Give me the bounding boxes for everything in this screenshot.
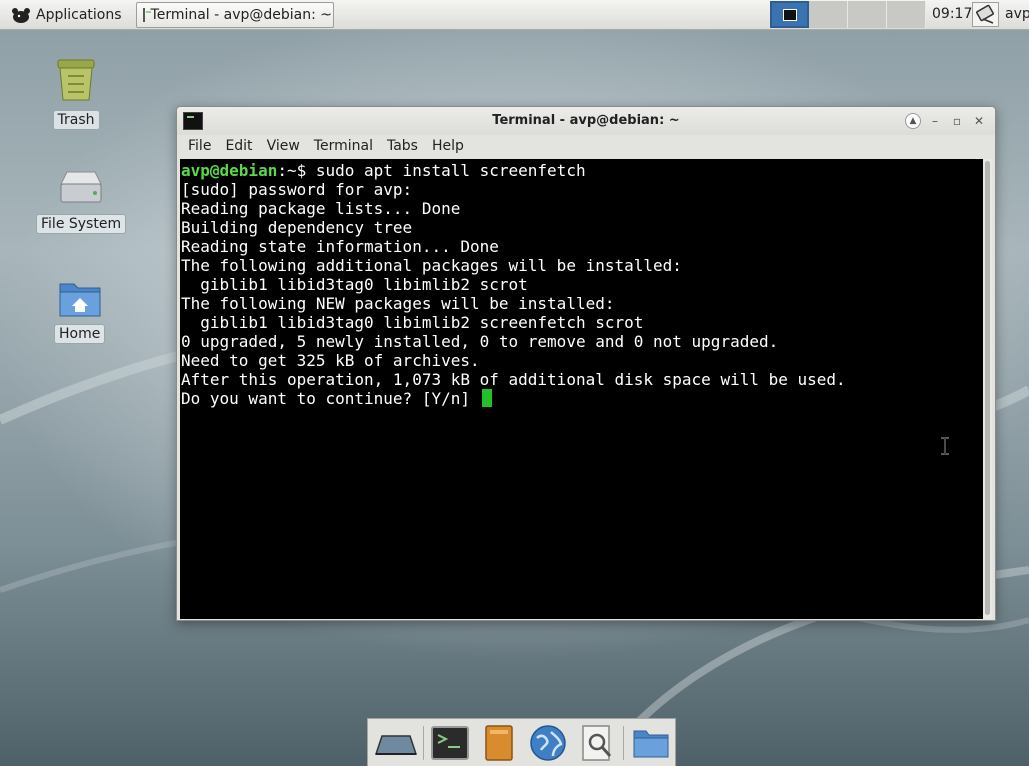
minimize-icon[interactable]: – [927,113,943,129]
terminal-line: [sudo] password for avp: [181,180,413,199]
file-manager-launcher[interactable] [475,721,524,765]
web-browser-launcher[interactable] [524,721,573,765]
network-manager-button[interactable] [972,2,999,27]
scrollbar-thumb[interactable] [985,161,990,615]
terminal-output[interactable]: avp@debian:~$ sudo apt install screenfet… [180,159,984,619]
taskbar-terminal-button[interactable]: Terminal - avp@debian: ~ [135,1,334,28]
desktop-icon-trash[interactable]: Trash [50,54,102,130]
dock-separator [623,725,625,760]
maximize-icon[interactable]: ▫ [949,113,965,129]
text-cursor [481,389,492,407]
terminal-icon [142,7,151,22]
workspace-2[interactable] [809,1,848,28]
roll-up-icon[interactable]: ▲ [905,113,921,129]
clock[interactable]: 09:17 [932,6,972,22]
terminal-line: The following additional packages will b… [181,256,682,275]
dock-separator [422,725,424,760]
window-controls: ▲ – ▫ ✕ [905,113,987,129]
top-panel: Applications Terminal - avp@debian: ~ 09… [0,0,1029,30]
terminal-line: Building dependency tree [181,218,413,237]
folder-launcher[interactable] [626,721,675,765]
workspace-3[interactable] [848,1,887,28]
terminal-launcher[interactable] [426,721,475,765]
terminal-icon [431,725,470,760]
terminal-line: giblib1 libid3tag0 libimlib2 scrot [181,275,528,294]
home-folder-icon [59,283,101,317]
terminal-line: avp@debian:~$ sudo apt install screenfet… [181,161,983,180]
terminal-scrollbar[interactable] [983,159,992,619]
terminal-line: Reading package lists... Done [181,199,461,218]
desktop-icon-file-system[interactable]: File System [36,166,127,234]
menubar: File Edit View Terminal Tabs Help [177,135,995,157]
app-finder-launcher[interactable] [572,721,621,765]
trash-icon [57,59,95,101]
show-desktop-button[interactable] [372,721,421,765]
menu-terminal[interactable]: Terminal [307,135,380,157]
terminal-window: Terminal - avp@debian: ~ ▲ – ▫ ✕ File Ed… [176,106,996,621]
terminal-line: 0 upgraded, 5 newly installed, 0 to remo… [181,332,779,351]
workspace-1[interactable] [770,1,809,28]
window-titlebar[interactable]: Terminal - avp@debian: ~ ▲ – ▫ ✕ [177,107,995,135]
file-manager-icon [485,724,513,761]
window-title: Terminal - avp@debian: ~ [492,113,680,128]
continue-prompt: Do you want to continue? [Y/n] [181,389,480,408]
terminal-line: The following NEW packages will be insta… [181,294,615,313]
desktop-icon-label: Trash [52,110,100,130]
menu-help[interactable]: Help [425,135,471,157]
applications-menu-button[interactable]: Applications [0,1,128,29]
taskbar-label: Terminal - avp@debian: ~ [150,6,333,23]
web-browser-icon [530,724,566,761]
workspace-4[interactable] [887,1,926,28]
xfce-mouse-icon [12,7,30,23]
drive-icon [60,171,102,203]
applications-label: Applications [36,6,122,23]
shell-command: sudo apt install screenfetch [315,161,586,180]
menu-file[interactable]: File [181,135,218,157]
menu-edit[interactable]: Edit [218,135,259,157]
close-icon[interactable]: ✕ [971,113,987,129]
menu-view[interactable]: View [260,135,307,157]
menu-tabs[interactable]: Tabs [380,135,425,157]
terminal-line: After this operation, 1,073 kB of additi… [181,370,846,389]
folder-icon [633,730,669,757]
user-menu[interactable]: avp [1005,6,1029,22]
show-desktop-icon [375,734,418,755]
terminal-line: Do you want to continue? [Y/n] [181,389,983,408]
shell-prompt: avp@debian [181,161,278,180]
terminal-line: giblib1 libid3tag0 libimlib2 screenfetch… [181,313,644,332]
network-icon [976,4,994,24]
workspace-switcher [770,1,926,28]
terminal-line: Need to get 325 kB of archives. [181,351,480,370]
app-finder-icon [582,724,611,761]
dock-panel [367,718,676,766]
prompt-suffix: :~$ [277,161,316,180]
desktop-icon-label: Home [54,324,106,344]
window-thumbnail [782,8,797,21]
terminal-line: Reading state information... Done [181,237,499,256]
desktop-icon-label: File System [36,214,127,234]
ibeam-cursor-icon [941,437,949,455]
desktop-icon-home[interactable]: Home [54,276,106,344]
